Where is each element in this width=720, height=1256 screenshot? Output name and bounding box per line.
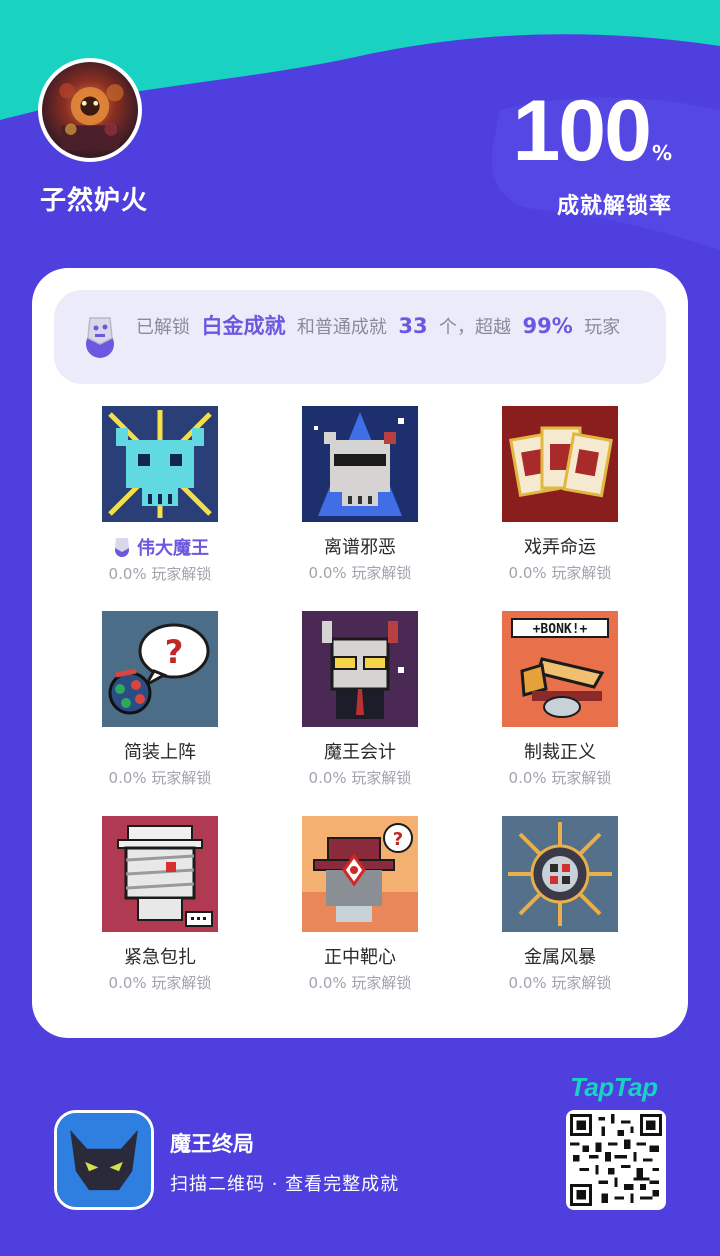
achievement-name: 金属风暴 [524,947,596,968]
summary-text: 已解锁 白金成就 和普通成就 33 个，超越 99% 玩家 [136,310,641,344]
achievement-name: 正中靶心 [324,947,396,968]
question-bubble-icon: ? [102,611,218,727]
sunglasses-skull-icon [302,406,418,522]
achievement-name: 制裁正义 [524,742,596,763]
achievement-unlock-rate: 0.0% 玩家解锁 [108,565,212,583]
platinum-label: 白金成就 [201,314,286,338]
count-unit: 个，超越 [439,317,512,338]
bullseye-hat-icon: ? [302,816,418,932]
achievement-item[interactable]: 紧急包扎 0.0% 玩家解锁 [80,816,240,994]
metal-storm-icon [502,816,618,932]
accountant-demon-icon [302,611,418,727]
achievement-unlock-rate: 0.0% 玩家解锁 [308,974,412,992]
achievement-item[interactable]: 伟大魔王 0.0% 玩家解锁 [80,406,240,585]
summary-prefix: 已解锁 [136,317,190,338]
achievement-item[interactable]: 金属风暴 0.0% 玩家解锁 [480,816,640,994]
cards-icon [502,406,618,522]
achievement-name: 戏弄命运 [524,537,596,558]
achievement-unlock-rate: 0.0% 玩家解锁 [508,974,612,992]
achievement-name: 离谱邪恶 [324,537,396,558]
bonk-hammer-icon: +BONK!+ [502,611,618,727]
achievement-unlock-rate: 0.0% 玩家解锁 [308,769,412,787]
achievement-name: 简装上阵 [124,742,196,763]
achievement-name: 魔王会计 [324,742,396,763]
summary-banner: 已解锁 白金成就 和普通成就 33 个，超越 99% 玩家 [54,290,666,384]
username: 子然妒火 [40,186,149,216]
game-name: 魔王终局 [170,1132,254,1156]
scan-instruction: 扫描二维码 · 查看完整成就 [170,1174,400,1195]
achievement-title: 伟大魔王 [137,538,209,559]
demon-king-skull-icon [102,406,218,522]
achievement-name: 伟大魔王 [80,536,240,561]
achievement-item[interactable]: ? 正中靶心 0.0% 玩家解锁 [280,816,440,994]
achievement-item[interactable]: 离谱邪恶 0.0% 玩家解锁 [280,406,440,584]
mummy-icon [102,816,218,932]
svg-text:?: ? [165,633,184,671]
achievement-unlock-rate: 0.0% 玩家解锁 [108,974,212,992]
rate-unit: % [651,141,672,165]
rate-value: 100 [512,83,651,179]
achievement-unlock-rate: 0.0% 玩家解锁 [308,564,412,582]
rate-label: 成就解锁率 [556,194,672,219]
achievement-name: 紧急包扎 [124,947,196,968]
taptap-logo: TapTap [570,1072,658,1102]
achievement-item[interactable]: 魔王会计 0.0% 玩家解锁 [280,611,440,789]
achievement-item[interactable]: +BONK!+ 制裁正义 0.0% 玩家解锁 [480,611,640,789]
qr-code[interactable] [566,1110,666,1210]
summary-middle: 和普通成就 [296,317,387,338]
achievement-count: 33 [398,314,428,338]
achievement-item[interactable]: ? 简装上阵 0.0% 玩家解锁 [80,611,240,789]
achievement-unlock-rate: 0.0% 玩家解锁 [508,769,612,787]
platinum-badge-icon [115,538,129,557]
achievement-rate: 100% [512,88,672,174]
svg-text:+BONK!+: +BONK!+ [533,622,588,637]
user-avatar[interactable] [38,58,142,162]
game-app-icon[interactable] [54,1110,154,1210]
achievement-unlock-rate: 0.0% 玩家解锁 [508,564,612,582]
surpass-percent: 99% [522,314,573,338]
achievement-item[interactable]: 戏弄命运 0.0% 玩家解锁 [480,406,640,584]
svg-text:?: ? [393,829,403,850]
summary-suffix: 玩家 [584,317,621,338]
achievement-card: 已解锁 白金成就 和普通成就 33 个，超越 99% 玩家 伟大魔王 0.0% … [32,268,688,1038]
achievement-unlock-rate: 0.0% 玩家解锁 [108,769,212,787]
platinum-trophy-icon [86,317,114,358]
